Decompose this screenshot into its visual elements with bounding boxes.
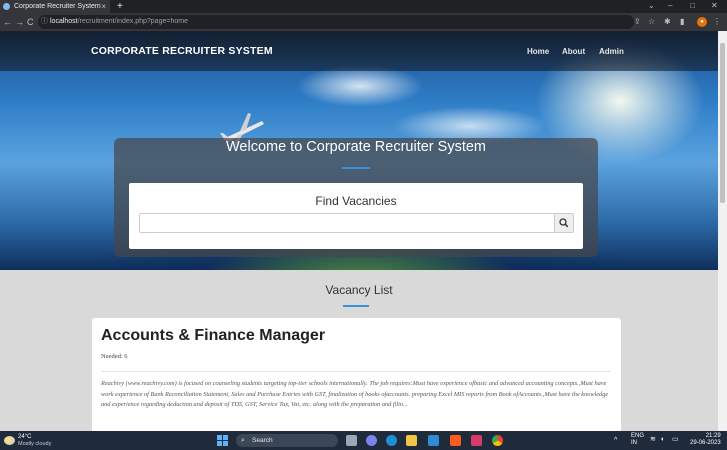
tab-search-icon[interactable]: ⌄	[648, 0, 655, 12]
taskbar-search[interactable]: ⌕ Search	[236, 434, 338, 447]
site-brand[interactable]: CORPORATE RECRUITER SYSTEM	[91, 45, 273, 57]
wifi-icon[interactable]: ≋	[650, 436, 656, 443]
close-window-icon[interactable]: ✕	[711, 0, 718, 12]
language-code: ENG	[631, 433, 645, 439]
weather-condition: Mostly cloudy	[18, 441, 52, 447]
nav-link-home[interactable]: Home	[527, 47, 549, 56]
address-bar[interactable]: ⓘ localhost/recruitment/index.php?page=h…	[38, 15, 634, 29]
chrome-icon[interactable]	[492, 435, 503, 446]
vacancy-title[interactable]: Accounts & Finance Manager	[101, 327, 325, 345]
taskbar: 24°C Mostly cloudy ⌕ Search ^ ENG IN ≋ ◖…	[0, 431, 727, 450]
browser-toolbar: ← → C ⓘ localhost/recruitment/index.php?…	[0, 13, 727, 31]
nav-link-admin[interactable]: Admin	[599, 47, 624, 56]
app-icon[interactable]	[471, 435, 482, 446]
battery-icon[interactable]: ▭	[672, 436, 679, 443]
start-button-icon[interactable]	[217, 435, 228, 446]
minimize-icon[interactable]: –	[668, 0, 672, 12]
profile-avatar-icon[interactable]: ●	[697, 17, 707, 27]
search-button[interactable]	[554, 213, 574, 233]
url-path: /recruitment/index.php?page=home	[77, 18, 188, 25]
vacancy-needed: Needed: 6	[101, 353, 128, 360]
vacancy-list-underline	[343, 305, 369, 307]
vacancy-card[interactable]: Accounts & Finance Manager Needed: 6 Rea…	[92, 318, 621, 431]
tray-overflow-icon[interactable]: ^	[614, 437, 617, 444]
task-view-icon[interactable]	[346, 435, 357, 446]
edge-icon[interactable]	[386, 435, 397, 446]
share-icon[interactable]: ⇪	[634, 16, 641, 28]
taskbar-search-icon: ⌕	[241, 437, 245, 444]
clock-date: 29-06-2023	[690, 440, 721, 446]
clock[interactable]: 21:29 29-06-2023	[690, 433, 721, 447]
volume-icon[interactable]: ◖	[660, 436, 664, 443]
extensions-icon[interactable]: ✱	[664, 16, 671, 28]
browser-menu-icon[interactable]: ⋮	[713, 16, 721, 28]
url-host: localhost	[50, 18, 78, 25]
forward-icon[interactable]: →	[15, 13, 24, 31]
vacancy-search-field	[139, 213, 555, 234]
back-icon[interactable]: ←	[3, 13, 12, 31]
vacancy-description: Reachivy (www.reachivy.com) is focused o…	[101, 380, 609, 408]
teams-chat-icon[interactable]	[366, 435, 377, 446]
store-icon[interactable]	[428, 435, 439, 446]
scrollbar-thumb[interactable]	[720, 43, 725, 203]
taskbar-search-label: Search	[252, 437, 273, 444]
close-tab-icon[interactable]: ×	[101, 0, 106, 13]
weather-widget[interactable]: 24°C Mostly cloudy	[4, 434, 64, 448]
nav-link-about[interactable]: About	[562, 47, 585, 56]
browser-tab-strip: Corporate Recruiter System × + ⌄ – □ ✕	[0, 0, 727, 13]
brave-icon[interactable]	[450, 435, 461, 446]
temperature: 24°C	[18, 434, 32, 440]
file-explorer-icon[interactable]	[406, 435, 417, 446]
site-info-icon[interactable]: ⓘ	[41, 15, 48, 29]
side-panel-icon[interactable]: ▮	[680, 16, 684, 28]
welcome-heading: Welcome to Corporate Recruiter System	[225, 139, 487, 155]
welcome-underline	[342, 167, 370, 169]
clock-time: 21:29	[705, 433, 721, 439]
vacancy-list-heading: Vacancy List	[325, 283, 393, 297]
page-scrollbar[interactable]	[718, 31, 727, 431]
new-tab-button[interactable]: +	[117, 0, 123, 13]
web-page: CORPORATE RECRUITER SYSTEM Home About Ad…	[0, 31, 718, 431]
tab-title: Corporate Recruiter System	[14, 3, 101, 10]
weather-cloud-icon	[4, 436, 15, 445]
search-icon	[559, 218, 569, 228]
divider	[101, 371, 611, 372]
region-code: IN	[631, 440, 637, 446]
maximize-icon[interactable]: □	[690, 0, 695, 12]
favicon-icon	[3, 3, 10, 10]
reload-icon[interactable]: C	[27, 13, 34, 31]
bookmark-star-icon[interactable]: ☆	[648, 16, 655, 28]
vacancy-search-input[interactable]	[140, 215, 554, 234]
browser-tab[interactable]: Corporate Recruiter System ×	[0, 0, 110, 13]
language-indicator[interactable]: ENG IN	[631, 433, 644, 447]
find-vacancies-title: Find Vacancies	[315, 194, 397, 208]
hero-banner: CORPORATE RECRUITER SYSTEM Home About Ad…	[0, 31, 718, 270]
